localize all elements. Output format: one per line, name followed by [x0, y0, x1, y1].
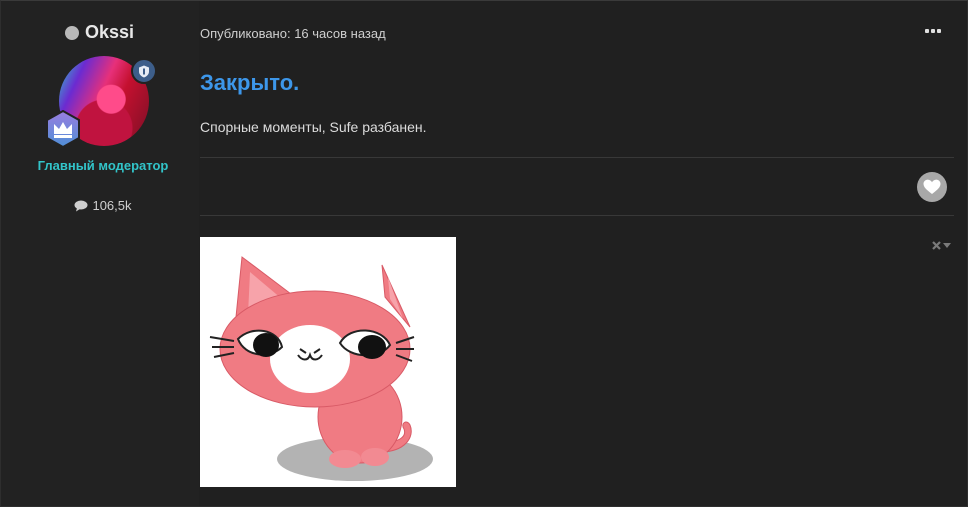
post-container: Okssi Главный модератор 106,5k Опубликов…	[0, 0, 968, 507]
author-role: Главный модератор	[37, 158, 169, 173]
cat-image	[209, 256, 433, 481]
author-name-row[interactable]: Okssi	[65, 22, 134, 43]
author-name[interactable]: Okssi	[85, 22, 134, 43]
post-timestamp[interactable]: Опубликовано: 16 часов назад	[200, 26, 386, 41]
status-dot-icon	[65, 25, 79, 40]
post-body: Спорные моменты, Sufe разбанен.	[200, 119, 427, 135]
signature-image	[200, 237, 456, 487]
divider	[200, 157, 954, 158]
heart-icon	[923, 179, 941, 194]
post-count-value: 106,5k	[92, 198, 132, 213]
close-icon	[932, 241, 941, 250]
author-panel: Okssi Главный модератор 106,5k	[1, 1, 199, 506]
comment-icon	[74, 200, 88, 211]
more-dots-icon[interactable]	[925, 29, 941, 33]
shield-icon	[131, 58, 157, 84]
chevron-down-icon	[943, 243, 951, 248]
like-button[interactable]	[917, 172, 947, 202]
divider	[200, 215, 954, 216]
hide-signature-button[interactable]	[932, 241, 951, 250]
post-title: Закрыто.	[200, 70, 300, 95]
crown-icon	[45, 109, 81, 149]
avatar-wrap	[46, 56, 157, 149]
post-count: 106,5k	[1, 198, 205, 213]
